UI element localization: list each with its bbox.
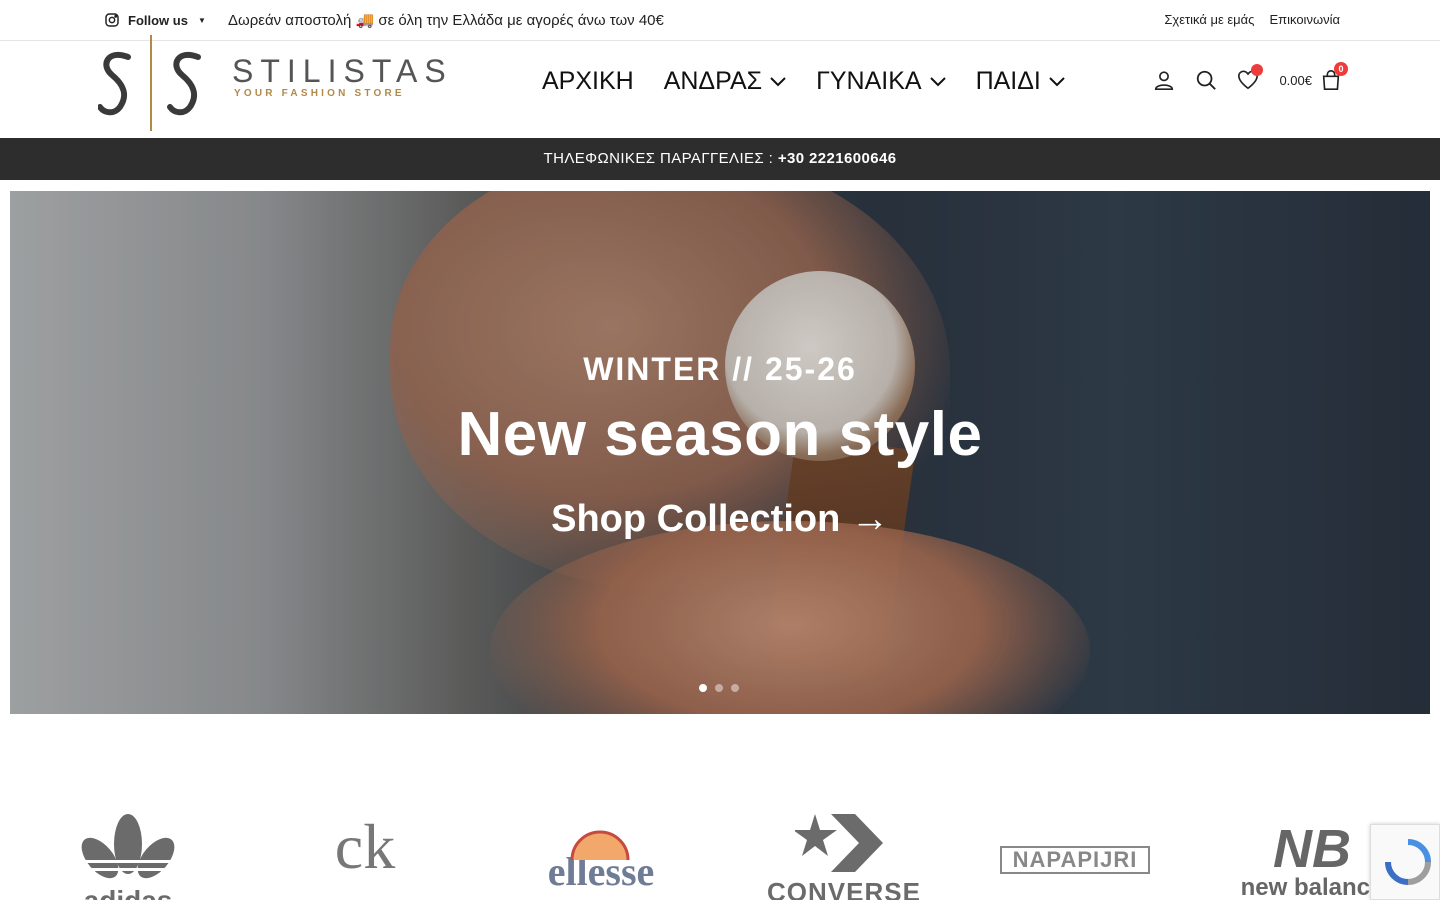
brand-calvin-klein[interactable]: ck	[325, 810, 405, 884]
nav-item-kids[interactable]: ΠΑΙΔΙ	[976, 67, 1065, 96]
brand-label: NAPAPIJRI	[1012, 847, 1138, 872]
slider-dot-2[interactable]	[715, 684, 723, 692]
ellesse-half-ball-icon	[570, 830, 630, 860]
brand-new-balance[interactable]: NB new balance	[1232, 819, 1392, 900]
brand-logos: adidas ck ellesse CONVERSE NAPAPIJRI NB …	[0, 800, 1440, 900]
converse-star-chevron-icon	[792, 814, 883, 872]
site-header: STILISTAS YOUR FASHION STORE ΑΡΧΙΚΗ ΑΝΔΡ…	[0, 35, 1440, 138]
search-icon	[1197, 70, 1217, 90]
chevron-down-icon	[929, 76, 946, 86]
top-links: Σχετικά με εμάς Επικοινωνία	[1164, 12, 1340, 27]
cart-icon-wrap: 0	[1320, 62, 1348, 91]
follow-us-dropdown[interactable]: Follow us ▼	[104, 10, 206, 30]
contact-link[interactable]: Επικοινωνία	[1269, 12, 1340, 27]
slider-pagination	[699, 684, 739, 692]
search-button[interactable]	[1195, 69, 1217, 91]
phone-orders-label: ΤΗΛΕΦΩΝΙΚΕΣ ΠΑΡΑΓΓΕΛΙΕΣ :	[543, 150, 778, 167]
brand-tagline: YOUR FASHION STORE	[234, 88, 405, 99]
brand-name: STILISTAS	[232, 53, 453, 89]
chevron-down-icon	[1049, 76, 1065, 86]
about-us-link[interactable]: Σχετικά με εμάς	[1164, 12, 1254, 27]
brand-adidas[interactable]: adidas	[78, 814, 178, 900]
cart-total: 0.00€	[1279, 72, 1312, 88]
brand-napapijri[interactable]: NAPAPIJRI	[1000, 846, 1150, 874]
adidas-trefoil-icon	[78, 814, 178, 879]
site-logo[interactable]: STILISTAS YOUR FASHION STORE	[98, 35, 468, 131]
chevron-down-icon	[770, 76, 786, 86]
brand-converse[interactable]: CONVERSE	[767, 812, 921, 900]
hero-subtitle: WINTER // 25-26	[583, 351, 857, 387]
wishlist-button[interactable]	[1237, 64, 1264, 91]
nav-item-women[interactable]: ΓΥΝΑΙΚΑ	[816, 67, 946, 96]
phone-orders-banner: ΤΗΛΕΦΩΝΙΚΕΣ ΠΑΡΑΓΓΕΛΙΕΣ : +30 2221600646	[0, 138, 1440, 180]
nav-label: ΠΑΙΔΙ	[975, 67, 1041, 95]
hero-slider: WINTER // 25-26 New season style Shop Co…	[10, 191, 1430, 714]
cart-button[interactable]: 0.00€ 0	[1279, 62, 1348, 91]
cart-count-badge: 0	[1334, 62, 1348, 76]
wishlist-badge	[1251, 64, 1264, 76]
account-icon	[1155, 71, 1174, 90]
caret-down-icon: ▼	[197, 15, 206, 25]
recaptcha-icon	[1385, 839, 1431, 885]
nav-label: ΓΥΝΑΙΚΑ	[816, 67, 922, 95]
brand-label: adidas	[78, 885, 178, 900]
brand-label: CONVERSE	[767, 877, 921, 900]
shop-collection-link[interactable]: Shop Collection →	[10, 498, 1430, 541]
main-navigation: ΑΡΧΙΚΗ ΑΝΔΡΑΣ ΓΥΝΑΙΚΑ ΠΑΙΔΙ	[542, 67, 1065, 96]
brand-label: new balance	[1240, 874, 1384, 900]
account-button[interactable]	[1153, 69, 1175, 91]
nav-label: ΑΝΔΡΑΣ	[663, 67, 763, 95]
slider-dot-1[interactable]	[699, 684, 707, 692]
header-actions: 0.00€ 0	[1153, 62, 1348, 91]
brand-mark: NB	[1273, 819, 1351, 879]
instagram-icon	[105, 13, 119, 27]
recaptcha-badge[interactable]	[1370, 824, 1440, 900]
logo-mark	[98, 35, 201, 131]
phone-number[interactable]: +30 2221600646	[778, 150, 897, 167]
brand-ellesse[interactable]: ellesse	[526, 830, 676, 895]
nav-item-home[interactable]: ΑΡΧΙΚΗ	[542, 67, 634, 96]
nav-item-men[interactable]: ΑΝΔΡΑΣ	[664, 67, 786, 96]
nav-label: ΑΡΧΙΚΗ	[542, 67, 634, 95]
slider-dot-3[interactable]	[731, 684, 739, 692]
hero-title: New season style	[457, 400, 983, 469]
follow-us-label: Follow us	[128, 12, 188, 28]
free-shipping-promo: Δωρεάν αποστολή 🚚 σε όλη την Ελλάδα με α…	[228, 12, 664, 29]
brand-label: ck	[334, 811, 396, 882]
